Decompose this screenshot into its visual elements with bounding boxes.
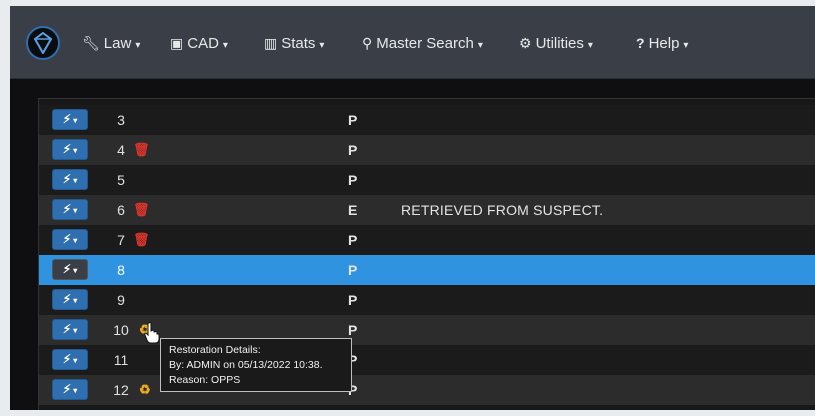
chevron-down-icon: ▾ xyxy=(73,266,78,275)
item-code: P xyxy=(348,292,358,308)
search-icon: ⚲ xyxy=(362,35,373,51)
nav-utilities[interactable]: ⚙ Utilities ▾ xyxy=(519,33,593,53)
bolt-icon: ⚡︎ xyxy=(62,202,72,216)
bolt-icon: ⚡︎ xyxy=(62,382,72,396)
tooltip-title: Restoration Details: xyxy=(169,344,261,356)
chevron-down-icon: ▾ xyxy=(477,40,483,51)
chevron-down-icon: ▾ xyxy=(587,40,593,51)
item-number: 7 xyxy=(117,232,125,248)
item-number: 11 xyxy=(113,352,129,368)
bolt-icon: ⚡︎ xyxy=(62,262,72,276)
item-number: 4 xyxy=(117,142,125,158)
nav-master-search[interactable]: ⚲ Master Search ▾ xyxy=(362,33,483,53)
chevron-down-icon: ▾ xyxy=(222,40,228,51)
navbar: 🔧︎ Law ▾ ▣ CAD ▾ ▥ Stats ▾ ⚲ Master Search ▾ ⚙ Ut… xyxy=(10,6,815,79)
item-number: 12 xyxy=(113,382,129,398)
row-action-button[interactable]: ⚡︎ ▾ xyxy=(52,109,88,130)
chevron-down-icon: ▾ xyxy=(73,146,78,155)
question-icon: ? xyxy=(636,35,645,51)
bolt-icon: ⚡︎ xyxy=(62,172,72,186)
item-number: 10 xyxy=(113,322,129,338)
row-action-button[interactable]: ⚡︎ ▾ xyxy=(52,349,88,370)
item-number: 8 xyxy=(117,262,125,278)
bolt-icon: ⚡︎ xyxy=(62,352,72,366)
wrench-icon: 🔧︎ xyxy=(82,35,100,51)
chevron-down-icon: ▾ xyxy=(73,206,78,215)
nav-help[interactable]: ? Help ▾ xyxy=(636,33,688,53)
evidence-table: ⚡︎ ▾ 3 P ⚡︎ ▾ 4 🗑︎ P ⚡︎ ▾ 5 P ⚡︎ ▾ 6 🗑︎ E RETRIEVED FROM S… xyxy=(38,98,815,410)
chevron-down-icon: ▾ xyxy=(135,40,141,51)
chevron-down-icon: ▾ xyxy=(73,176,78,185)
bolt-icon: ⚡︎ xyxy=(62,322,72,336)
table-row[interactable]: ⚡︎ ▾ 4 🗑︎ P xyxy=(39,135,815,165)
item-code: P xyxy=(348,112,358,128)
item-code: P xyxy=(348,142,358,158)
table-row[interactable]: ⚡︎ ▾ 11 P xyxy=(39,345,815,375)
row-action-button[interactable]: ⚡︎ ▾ xyxy=(52,289,88,310)
restoration-tooltip: Restoration Details: By: ADMIN on 05/13/… xyxy=(160,338,352,392)
chevron-down-icon: ▾ xyxy=(73,296,78,305)
item-code: P xyxy=(348,172,358,188)
item-code: E xyxy=(348,202,358,218)
app-window: 🔧︎ Law ▾ ▣ CAD ▾ ▥ Stats ▾ ⚲ Master Search ▾ ⚙ Ut… xyxy=(10,6,815,410)
chevron-down-icon: ▾ xyxy=(73,116,78,125)
trash-icon[interactable]: 🗑︎ xyxy=(133,142,150,158)
bolt-icon: ⚡︎ xyxy=(62,232,72,246)
briefcase-icon: ▣ xyxy=(170,35,184,51)
item-number: 6 xyxy=(117,202,125,218)
chevron-down-icon: ▾ xyxy=(683,40,689,51)
bolt-icon: ⚡︎ xyxy=(62,112,72,126)
table-row[interactable]: ⚡︎ ▾ 9 P xyxy=(39,285,815,315)
item-number: 3 xyxy=(117,112,125,128)
trash-icon[interactable]: 🗑︎ xyxy=(133,232,150,248)
item-code: P xyxy=(348,232,358,248)
bar-chart-icon: ▥ xyxy=(264,35,278,51)
hand-cursor-icon xyxy=(144,322,160,344)
item-description: RETRIEVED FROM SUSPECT. xyxy=(401,202,604,218)
tooltip-reason: Reason: OPPS xyxy=(169,374,241,386)
nav-law[interactable]: 🔧︎ Law ▾ xyxy=(82,33,140,53)
trash-icon[interactable]: 🗑︎ xyxy=(133,202,150,218)
gears-icon: ⚙ xyxy=(519,35,532,51)
table-row[interactable]: ⚡︎ ▾ 8 P xyxy=(39,255,815,285)
chevron-down-icon: ▾ xyxy=(73,236,78,245)
table-row[interactable]: ⚡︎ ▾ 12 ♻︎ P xyxy=(39,375,815,405)
item-code: P xyxy=(348,322,358,338)
row-action-button[interactable]: ⚡︎ ▾ xyxy=(52,139,88,160)
row-action-button[interactable]: ⚡︎ ▾ xyxy=(52,319,88,340)
chevron-down-icon: ▾ xyxy=(73,356,78,365)
tooltip-by: By: ADMIN on 05/13/2022 10:38. xyxy=(169,359,323,371)
nav-stats[interactable]: ▥ Stats ▾ xyxy=(264,33,324,53)
row-action-button[interactable]: ⚡︎ ▾ xyxy=(52,379,88,400)
table-row[interactable]: ⚡︎ ▾ 5 P xyxy=(39,165,815,195)
chevron-down-icon: ▾ xyxy=(73,386,78,395)
chevron-down-icon: ▾ xyxy=(319,40,325,51)
bolt-icon: ⚡︎ xyxy=(62,292,72,306)
bolt-icon: ⚡︎ xyxy=(62,142,72,156)
row-action-button[interactable]: ⚡︎ ▾ xyxy=(52,259,88,280)
table-row[interactable]: ⚡︎ ▾ 6 🗑︎ E RETRIEVED FROM SUSPECT. xyxy=(39,195,815,225)
recycle-icon[interactable]: ♻︎ xyxy=(139,382,151,398)
row-action-button[interactable]: ⚡︎ ▾ xyxy=(52,229,88,250)
item-code: P xyxy=(348,262,358,278)
row-action-button[interactable]: ⚡︎ ▾ xyxy=(52,199,88,220)
item-number: 9 xyxy=(117,292,125,308)
table-row[interactable]: ⚡︎ ▾ 3 P xyxy=(39,105,815,135)
nav-cad[interactable]: ▣ CAD ▾ xyxy=(170,33,228,53)
item-number: 5 xyxy=(117,172,125,188)
chevron-down-icon: ▾ xyxy=(73,326,78,335)
row-action-button[interactable]: ⚡︎ ▾ xyxy=(52,169,88,190)
logo-icon[interactable] xyxy=(26,26,60,60)
table-row[interactable]: ⚡︎ ▾ 7 🗑︎ P xyxy=(39,225,815,255)
